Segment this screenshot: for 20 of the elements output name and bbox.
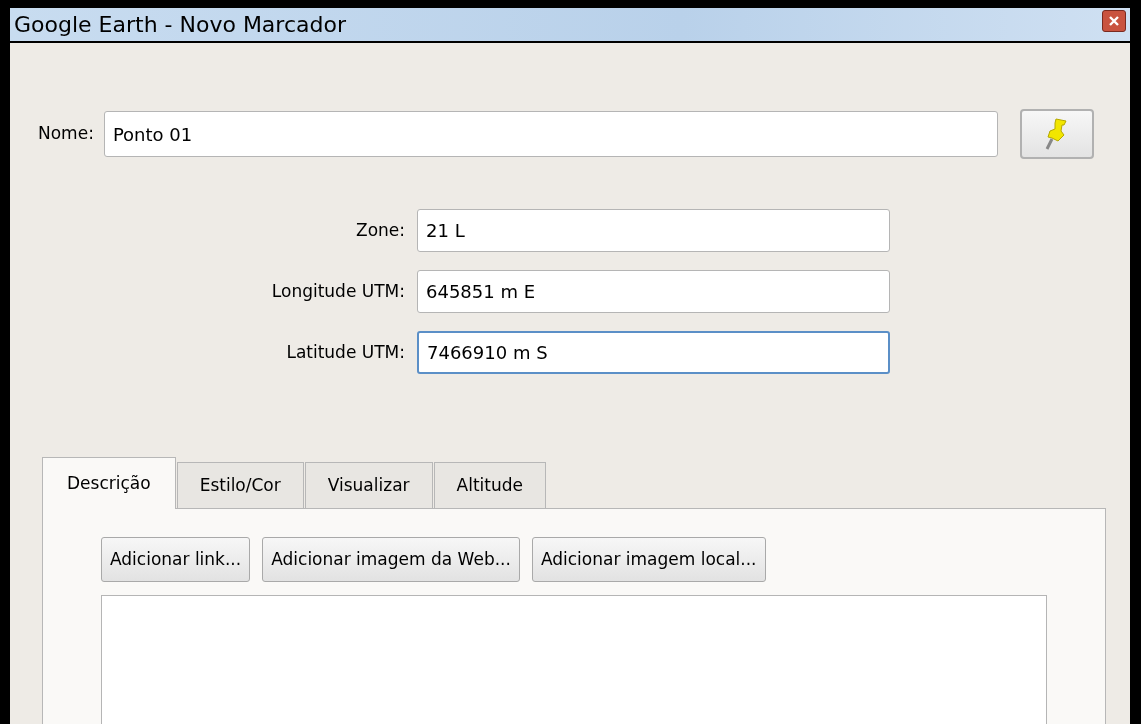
coordinate-field[interactable]: 7466910 m S (417, 331, 890, 374)
coordinate-field[interactable]: 645851 m E (417, 270, 890, 313)
tab[interactable]: Estilo/Cor (176, 462, 304, 508)
icon-button[interactable] (1019, 109, 1094, 159)
close-icon (1108, 14, 1120, 27)
add-button[interactable]: Adicionar link... (101, 537, 251, 582)
tab[interactable]: Descrição (42, 457, 176, 509)
field-label: Latitude UTM: (285, 340, 405, 364)
add-button[interactable]: Adicionar imagem local... (531, 537, 766, 582)
description-field[interactable] (101, 595, 1047, 724)
close-button[interactable] (1102, 9, 1126, 32)
tab[interactable]: Altitude (433, 462, 546, 508)
field-label: Zone: (355, 218, 405, 242)
window-title: Google Earth - Novo Marcador (14, 11, 346, 39)
tab[interactable]: Visualizar (304, 462, 433, 508)
coordinate-field[interactable]: 21 L (417, 209, 890, 252)
add-button[interactable]: Adicionar imagem da Web... (262, 537, 520, 582)
name-label: Nome: (38, 122, 94, 146)
name-field[interactable]: Ponto 01 (103, 111, 998, 157)
field-label: Longitude UTM: (270, 279, 405, 303)
